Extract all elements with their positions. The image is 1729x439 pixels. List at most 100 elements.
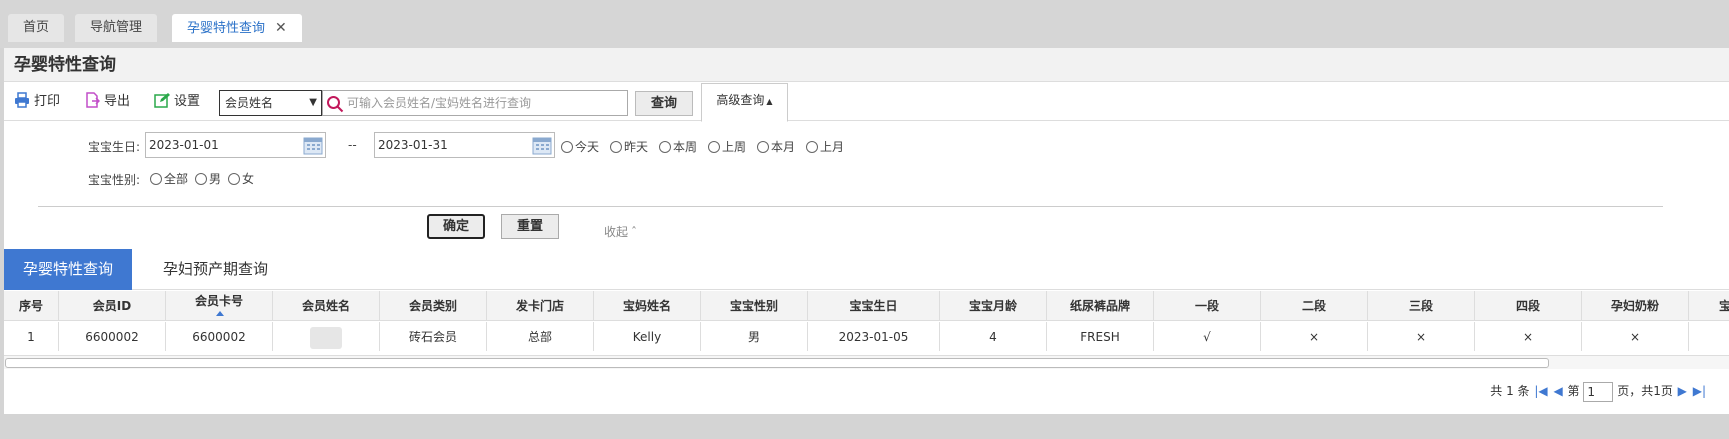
next-page-icon[interactable]: ▶ (1678, 384, 1687, 398)
sort-asc-icon (216, 311, 224, 316)
table-cell: × (1261, 322, 1368, 351)
col-header[interactable]: 宝妈姓名 (594, 291, 701, 321)
advanced-query-label: 高级查询 (716, 93, 765, 107)
birth-label: 宝宝生日: (88, 140, 141, 154)
top-tab-nav-manage[interactable]: 导航管理 (75, 14, 158, 42)
export-icon (86, 92, 101, 108)
col-header[interactable]: 宝宝月龄 (940, 291, 1047, 321)
page-prefix: 第 (1567, 384, 1580, 398)
calendar-icon[interactable] (303, 135, 323, 155)
radio-label: 全部 (164, 172, 189, 186)
table-cell: √ (1154, 322, 1261, 351)
radio-today[interactable]: 今天 (561, 139, 599, 155)
col-header[interactable]: 一段 (1154, 291, 1261, 321)
pagination: 共 1 条 |◀ ◀ 第 1 页，共1页 ▶ ▶| (1490, 380, 1707, 402)
radio-label: 昨天 (624, 140, 649, 154)
radio-this-week[interactable]: 本周 (659, 139, 697, 155)
table-header-row: 序号 会员ID 会员卡号 会员姓名 会员类别 发卡门店 宝妈姓名 宝宝性别 宝宝… (4, 291, 1729, 321)
table-cell: FRESH (1047, 322, 1154, 351)
total-count: 共 1 条 (1490, 384, 1530, 398)
radio-label: 本月 (771, 140, 796, 154)
scrollbar-thumb[interactable] (5, 358, 1549, 368)
advanced-query-button[interactable]: 高级查询 ▲ (701, 83, 788, 122)
tab-due-date[interactable]: 孕妇预产期查询 (144, 249, 287, 290)
main-panel: 孕婴特性查询 打印 导出 设置 会员姓名 ▼ 可输入会员姓名/宝妈姓名进行查询 … (4, 48, 1729, 414)
export-button[interactable]: 导出 (84, 92, 130, 112)
date-from-value: 2023-01-01 (149, 138, 219, 152)
prev-page-icon[interactable]: ◀ (1553, 384, 1562, 398)
col-header[interactable]: 会员类别 (380, 291, 487, 321)
top-tab-bar: 首页 导航管理 孕婴特性查询 ✕ (0, 0, 1729, 48)
first-page-icon[interactable]: |◀ (1534, 384, 1547, 398)
date-from-input[interactable]: 2023-01-01 (145, 132, 326, 158)
col-header[interactable]: 三段 (1368, 291, 1475, 321)
table-cell: 6600002 (166, 322, 273, 351)
col-header[interactable]: 宝 (1689, 291, 1729, 321)
table-cell: × (1368, 322, 1475, 351)
table-cell-redacted (273, 322, 380, 351)
top-tab-label: 首页 (23, 20, 50, 35)
col-header[interactable]: 宝宝生日 (808, 291, 940, 321)
search-field-select[interactable]: 会员姓名 ▼ (219, 90, 322, 116)
table-cell: 4 (940, 322, 1047, 351)
col-header[interactable]: 序号 (4, 291, 59, 321)
table-cell: 总部 (487, 322, 594, 351)
print-label: 打印 (34, 94, 61, 109)
table-cell: 砖石会员 (380, 322, 487, 351)
horizontal-scrollbar[interactable] (4, 355, 1729, 369)
chevron-up-icon: ˆ (631, 225, 638, 239)
collapse-link[interactable]: 收起 ˆ (604, 223, 637, 240)
date-to-input[interactable]: 2023-01-31 (374, 132, 555, 158)
col-header[interactable]: 四段 (1475, 291, 1582, 321)
table-cell: Kelly (594, 322, 701, 351)
table-cell: 2023-01-05 (808, 322, 940, 351)
export-label: 导出 (104, 94, 131, 109)
table-row[interactable]: 1 6600002 6600002 砖石会员 总部 Kelly 男 2023-0… (4, 322, 1729, 351)
print-button[interactable]: 打印 (14, 92, 60, 112)
calendar-icon[interactable] (532, 135, 552, 155)
top-tab-baby-query[interactable]: 孕婴特性查询 ✕ (172, 14, 302, 42)
top-tab-label: 导航管理 (90, 20, 143, 35)
confirm-button[interactable]: 确定 (427, 214, 485, 239)
settings-label: 设置 (174, 94, 201, 109)
table-cell (1689, 322, 1729, 351)
table-cell: 1 (4, 322, 59, 351)
reset-button[interactable]: 重置 (501, 214, 559, 239)
radio-label: 上月 (820, 140, 845, 154)
radio-label: 本周 (673, 140, 698, 154)
caret-up-icon: ▲ (766, 97, 773, 106)
toolbar: 打印 导出 设置 会员姓名 ▼ 可输入会员姓名/宝妈姓名进行查询 查询 高级查询… (4, 83, 1729, 122)
close-icon[interactable]: ✕ (275, 20, 287, 36)
query-button[interactable]: 查询 (635, 91, 693, 116)
col-header[interactable]: 孕妇奶粉 (1582, 291, 1689, 321)
collapse-label: 收起 (604, 225, 629, 239)
col-header[interactable]: 纸尿裤品牌 (1047, 291, 1154, 321)
col-header[interactable]: 二段 (1261, 291, 1368, 321)
radio-label: 上周 (722, 140, 747, 154)
radio-yesterday[interactable]: 昨天 (610, 139, 648, 155)
radio-gender-female[interactable]: 女 (228, 171, 254, 187)
col-header[interactable]: 会员ID (59, 291, 166, 321)
edit-icon (154, 93, 170, 108)
col-header[interactable]: 发卡门店 (487, 291, 594, 321)
col-header[interactable]: 宝宝性别 (701, 291, 808, 321)
page-title: 孕婴特性查询 (4, 48, 1729, 82)
page-number-input[interactable]: 1 (1583, 381, 1614, 402)
radio-last-month[interactable]: 上月 (806, 139, 844, 155)
advanced-filter: 宝宝生日: 2023-01-01 -- 2023-01-31 今天 昨天 本周 … (4, 122, 1729, 252)
search-input[interactable]: 可输入会员姓名/宝妈姓名进行查询 (322, 90, 628, 116)
top-tab-home[interactable]: 首页 (8, 14, 65, 42)
settings-button[interactable]: 设置 (154, 92, 200, 112)
tab-baby-features[interactable]: 孕婴特性查询 (4, 249, 133, 290)
radio-this-month[interactable]: 本月 (757, 139, 795, 155)
radio-label: 今天 (575, 140, 600, 154)
radio-gender-male[interactable]: 男 (195, 171, 221, 187)
result-tabs: 孕婴特性查询 孕妇预产期查询 (4, 248, 1729, 290)
col-header[interactable]: 会员姓名 (273, 291, 380, 321)
last-page-icon[interactable]: ▶| (1693, 384, 1706, 398)
col-header-sorted[interactable]: 会员卡号 (166, 291, 273, 321)
search-icon (327, 96, 344, 113)
radio-gender-all[interactable]: 全部 (150, 171, 188, 187)
radio-last-week[interactable]: 上周 (708, 139, 746, 155)
table-cell: × (1582, 322, 1689, 351)
